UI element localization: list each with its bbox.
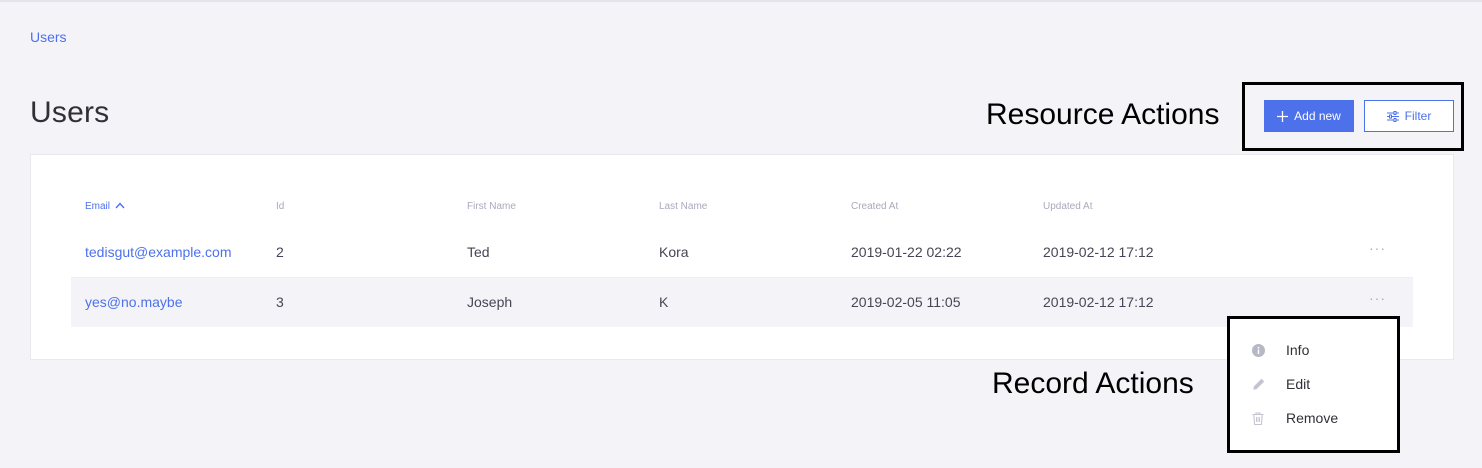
id-cell: 3 — [276, 294, 284, 310]
pencil-icon — [1251, 377, 1265, 391]
page-title: Users — [30, 96, 110, 129]
email-cell[interactable]: tedisgut@example.com — [85, 244, 232, 260]
menu-item-remove-label: Remove — [1286, 410, 1339, 426]
menu-item-edit-label: Edit — [1286, 376, 1311, 392]
first-name-cell: Ted — [467, 244, 490, 260]
filter-button[interactable]: Filter — [1364, 100, 1454, 132]
more-actions-icon[interactable]: ··· — [1369, 290, 1386, 306]
sliders-icon — [1386, 110, 1399, 122]
menu-item-info[interactable]: Info — [1251, 337, 1381, 363]
column-header-first-name[interactable]: First Name — [467, 201, 516, 212]
breadcrumb-users[interactable]: Users — [30, 29, 67, 45]
plus-icon — [1277, 110, 1289, 122]
top-divider — [0, 0, 1482, 2]
last-name-cell: Kora — [659, 244, 689, 260]
add-new-label: Add new — [1294, 109, 1341, 123]
last-name-cell: K — [659, 294, 669, 310]
trash-icon — [1251, 411, 1265, 425]
id-cell: 2 — [276, 244, 284, 260]
column-header-email-label: Email — [85, 201, 111, 212]
created-at-cell: 2019-01-22 02:22 — [851, 244, 962, 260]
menu-item-edit[interactable]: Edit — [1251, 371, 1381, 397]
more-actions-icon[interactable]: ··· — [1369, 240, 1386, 256]
resource-actions-annotation: Resource Actions — [986, 98, 1220, 131]
info-icon — [1251, 343, 1265, 357]
record-actions-annotation: Record Actions — [992, 367, 1194, 400]
column-header-updated-at[interactable]: Updated At — [1043, 201, 1092, 212]
table-row[interactable]: tedisgut@example.com 2 Ted Kora 2019-01-… — [71, 228, 1413, 278]
column-header-id[interactable]: Id — [276, 201, 284, 212]
chevron-up-icon — [115, 201, 125, 212]
menu-item-remove[interactable]: Remove — [1251, 405, 1381, 431]
email-cell[interactable]: yes@no.maybe — [85, 294, 182, 310]
first-name-cell: Joseph — [467, 294, 513, 310]
filter-label: Filter — [1404, 109, 1432, 123]
updated-at-cell: 2019-02-12 17:12 — [1043, 244, 1154, 260]
created-at-cell: 2019-02-05 11:05 — [851, 294, 961, 310]
updated-at-cell: 2019-02-12 17:12 — [1043, 294, 1154, 310]
add-new-button[interactable]: Add new — [1264, 100, 1354, 132]
column-header-created-at[interactable]: Created At — [851, 201, 898, 212]
menu-item-info-label: Info — [1286, 342, 1310, 358]
column-header-last-name[interactable]: Last Name — [659, 201, 707, 212]
column-header-email[interactable]: Email — [85, 201, 125, 212]
table-row[interactable]: yes@no.maybe 3 Joseph K 2019-02-05 11:05… — [71, 278, 1413, 327]
